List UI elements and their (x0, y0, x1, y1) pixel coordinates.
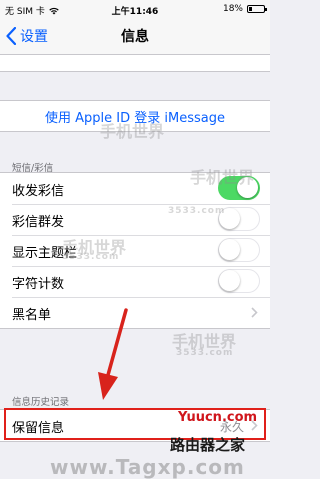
watermark-domain: 3533.com (62, 252, 120, 262)
cut-off-row (0, 55, 270, 72)
status-right: 18% (222, 4, 267, 14)
setting-label: 黑名单 (12, 308, 52, 323)
subject-field-toggle[interactable] (218, 238, 260, 262)
site-logo: 路由器之家 (170, 436, 246, 454)
watermark-brand: 手机世界 (190, 168, 255, 187)
setting-row-subject[interactable]: 显示主题栏 (0, 235, 270, 266)
nav-bar: 设置 信息 (0, 18, 270, 55)
cut-off-row-text (12, 55, 16, 63)
setting-label: 彩信群发 (12, 215, 65, 230)
watermark-yuucn: Yuucn.com (178, 410, 258, 425)
char-count-toggle[interactable] (218, 269, 260, 293)
setting-row-blocked[interactable]: 黑名单 (0, 297, 270, 328)
watermark-brand: 手机世界 (100, 122, 165, 141)
sms-settings-group: 收发彩信 彩信群发 显示主题栏 字符计数 黑名单 (0, 172, 270, 329)
watermark-domain: 3533.com (176, 348, 234, 358)
watermark-domain: 3533.com (168, 206, 226, 216)
watermark-bottom: www.Tagxp.com (50, 455, 245, 479)
status-bar: 无 SIM 卡 上午11:46 18% (0, 0, 270, 18)
battery-percent: 18% (222, 4, 243, 14)
setting-label: 字符计数 (12, 277, 65, 292)
setting-row-char-count[interactable]: 字符计数 (0, 266, 270, 297)
page-title: 信息 (121, 29, 149, 45)
setting-label: 收发彩信 (12, 184, 65, 199)
battery-icon (247, 5, 267, 13)
chevron-right-icon (251, 307, 258, 318)
history-section-header: 信息历史记录 (12, 397, 70, 408)
setting-row-group-mms[interactable]: 彩信群发 (0, 204, 270, 235)
battery-fill (249, 7, 252, 11)
toggle-knob (219, 239, 240, 260)
toggle-knob (219, 270, 240, 291)
